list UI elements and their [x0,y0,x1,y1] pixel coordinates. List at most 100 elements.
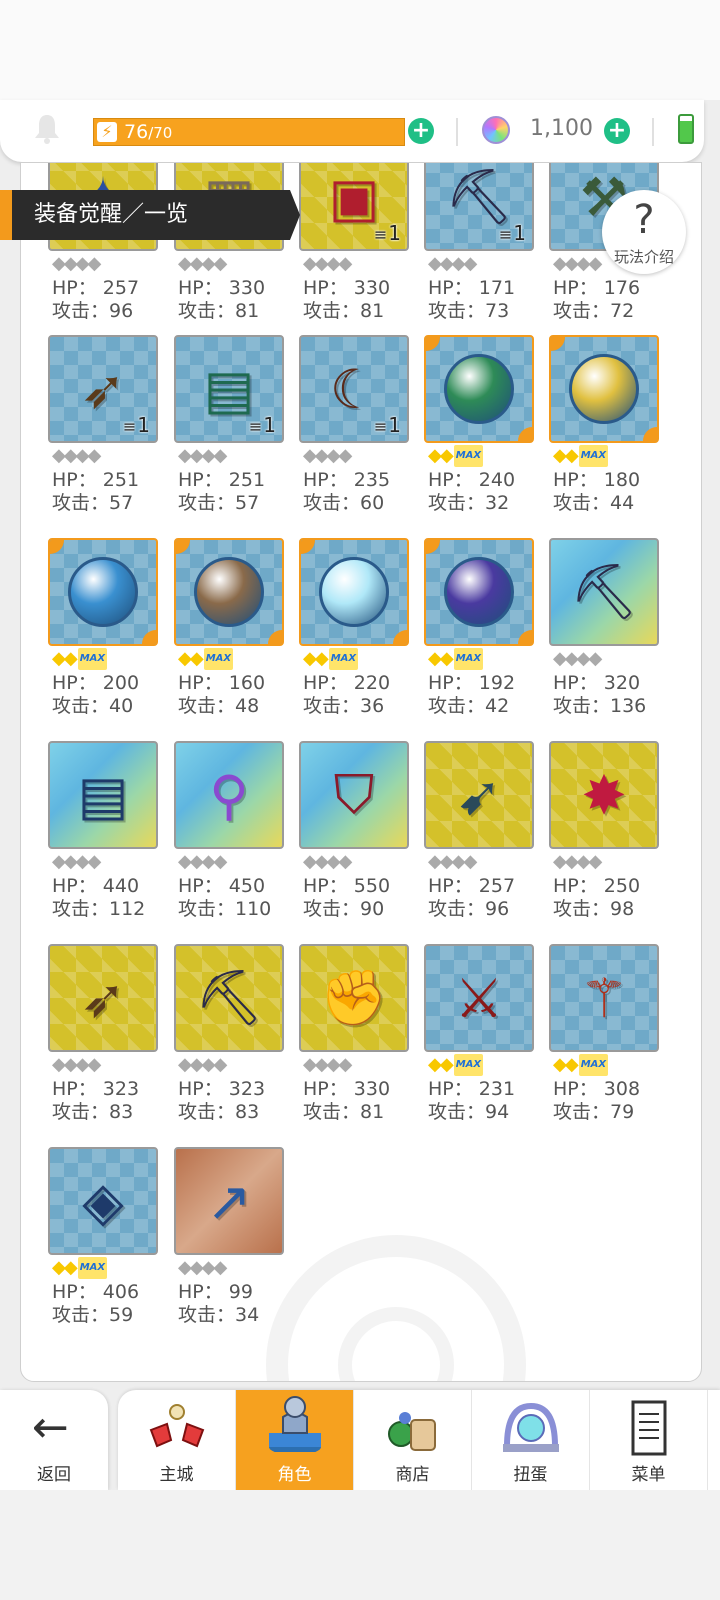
star-rating: ◆◆◆◆ [428,851,477,872]
equipment-item[interactable]: ✸ ◆◆◆◆ HP： 250 攻击：98 [549,741,661,923]
globe-desert-icon [566,351,642,427]
item-frame [549,335,659,443]
equipment-item[interactable]: ▤1◆◆◆◆HP： 251攻击：57 [174,335,286,517]
lightning-icon: ⚡ [97,122,117,142]
star-rating: ◆◆ MAX [303,648,359,670]
tab-main-city[interactable]: 主城 [118,1390,236,1490]
item-frame: ▣1 [299,163,409,251]
equipment-item[interactable]: ⚔ ◆◆ MAX HP： 231 攻击：94 [424,944,536,1126]
equipment-item[interactable]: ➶ ◆◆◆◆ HP： 323 攻击：83 [48,944,160,1126]
equipment-item[interactable]: ◆◆ MAX HP： 180 攻击：44 [549,335,661,517]
item-attack: 攻击：90 [303,898,385,920]
item-attack: 攻击：42 [428,695,510,717]
divider [456,118,458,146]
equipment-item[interactable]: ◆◆ MAX HP： 220 攻击：36 [299,538,411,720]
resource-bar: ⚡ 76/70 + 1,100 + [0,100,704,162]
item-attack: 攻击：32 [428,492,510,514]
equipment-item[interactable]: ☾1◆◆◆◆HP： 235攻击：60 [299,335,411,517]
bell-icon[interactable] [32,112,62,146]
equipment-item[interactable]: ↗ ◆◆◆◆ HP： 99 攻击：34 [174,1147,286,1329]
page-title-banner: 装备觉醒／一览 [0,190,300,240]
tab-shop[interactable]: 商店 [354,1390,472,1490]
tab-menu[interactable]: 菜单 [590,1390,708,1490]
item-frame: ➶ [48,944,158,1052]
help-button[interactable]: ? 玩法介绍 [602,190,686,274]
star-rating: ◆◆ MAX [178,648,234,670]
equipment-item[interactable]: ✦◆◆◆◆HP： 257攻击：96 [48,163,160,325]
equipment-item[interactable]: ⛏1◆◆◆◆HP： 171攻击：73 [424,163,536,325]
equipment-item[interactable]: ⛏ ◆◆◆◆ HP： 320 攻击：136 [549,538,661,720]
equipment-item[interactable]: ◆◆ MAX HP： 200 攻击：40 [48,538,160,720]
equipment-item[interactable]: ◈ ◆◆ MAX HP： 406 攻击：59 [48,1147,160,1329]
menu-icon [631,1400,667,1456]
spellbook-icon: ▤ [77,763,129,827]
star-rating: ◆◆ MAX [428,648,484,670]
item-frame: ⛏ [174,944,284,1052]
question-icon: ? [633,197,655,243]
back-button[interactable]: ← 返回 [0,1390,108,1490]
item-frame: ✊ [299,944,409,1052]
equipment-item[interactable]: ➹ ◆◆◆◆ HP： 257 攻击：96 [424,741,536,923]
equipment-item[interactable]: ▤ ◆◆◆◆ HP： 440 攻击：112 [48,741,160,923]
top-blank-area [0,0,720,100]
energy-bar: ⚡ 76/70 [93,118,405,146]
star-rating: ◆◆ MAX [428,445,484,467]
item-attack: 攻击：98 [553,898,635,920]
add-energy-button[interactable]: + [408,118,434,144]
pickaxe-icon: ⛏ [569,560,639,623]
equipment-item[interactable]: ✊ ◆◆◆◆ HP： 330 攻击：81 [299,944,411,1126]
item-attack: 攻击：57 [178,492,260,514]
battle-axe-icon: ⚔ [454,966,504,1030]
equipment-item[interactable]: ➶1◆◆◆◆HP： 251攻击：57 [48,335,160,517]
item-frame [424,538,534,646]
equipment-item[interactable]: ◆◆ MAX HP： 240 攻击：32 [424,335,536,517]
equipment-item[interactable]: ▦◆◆◆◆HP： 330攻击：81 [174,163,286,325]
equipment-item[interactable]: ◆◆ MAX HP： 192 攻击：42 [424,538,536,720]
tab-gacha[interactable]: 扭蛋 [472,1390,590,1490]
tab-label: 角色 [277,1465,312,1485]
tab-label: 菜单 [631,1465,666,1485]
equipment-item[interactable]: ⚚ ◆◆ MAX HP： 308 攻击：79 [549,944,661,1126]
tab-label: 商店 [395,1465,430,1485]
globe-ship-icon [65,554,141,630]
item-frame: ☾1 [299,335,409,443]
nav-tabs: 主城 角色 商店 扭蛋 菜单 [118,1390,720,1490]
item-frame: ▤1 [174,335,284,443]
spear-icon: ➹ [456,763,502,827]
energy-value: 76/70 [124,121,173,143]
mirror-icon: ◈ [82,1169,124,1233]
equipment-item[interactable]: ◆◆ MAX HP： 160 攻击：48 [174,538,286,720]
globe-ice-icon [316,554,392,630]
scepter-icon: ⚚ [579,966,629,1030]
item-attack: 攻击：136 [553,695,647,717]
bottom-navigation: ← 返回 主城 角色 商店 扭蛋 菜单 [0,1390,720,1490]
bottom-system-area [0,1490,720,1600]
equipment-panel[interactable]: ✦◆◆◆◆HP： 257攻击：96▦◆◆◆◆HP： 330攻击：81▣1◆◆◆◆… [20,162,702,1382]
add-gems-button[interactable]: + [604,118,630,144]
tab-label: 主城 [159,1465,194,1485]
item-attack: 攻击：110 [178,898,272,920]
item-attack: 攻击：40 [52,695,134,717]
item-attack: 攻击：59 [52,1304,134,1326]
equipment-item[interactable]: ▣1◆◆◆◆HP： 330攻击：81 [299,163,411,325]
equipment-item[interactable]: ⛏ ◆◆◆◆ HP： 323 攻击：83 [174,944,286,1126]
gem-icon [482,116,510,144]
item-frame [424,335,534,443]
back-label: 返回 [37,1465,71,1485]
star-rating: ◆◆◆◆ [52,253,101,274]
star-rating: ◆◆ MAX [52,648,108,670]
item-attack: 攻击：73 [428,300,510,322]
item-frame: ⚔ [424,944,534,1052]
star-rating: ◆◆◆◆ [178,445,227,466]
item-frame [48,538,158,646]
item-count: 1 [374,413,401,437]
item-frame: ↗ [174,1147,284,1255]
star-rating: ◆◆◆◆ [553,851,602,872]
equipment-item[interactable]: ⛉ ◆◆◆◆ HP： 550 攻击：90 [299,741,411,923]
item-attack: 攻击：96 [52,300,134,322]
tab-character[interactable]: 角色 [236,1390,354,1490]
equipment-item[interactable]: ⚲ ◆◆◆◆ HP： 450 攻击：110 [174,741,286,923]
star-rating: ◆◆ MAX [52,1257,108,1279]
star-rating: ◆◆◆◆ [303,851,352,872]
battery-icon [678,114,694,144]
